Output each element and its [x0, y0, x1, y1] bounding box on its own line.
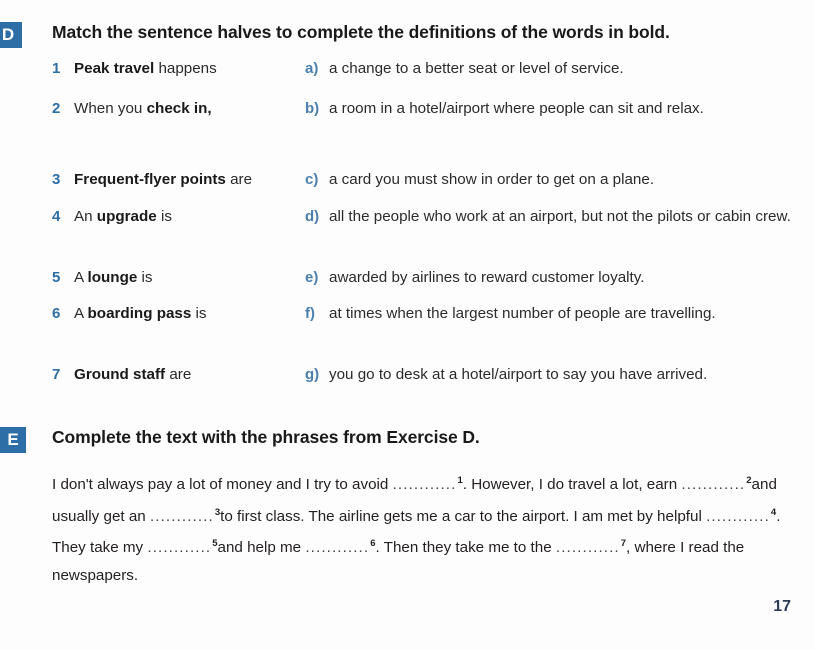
match-option-e[interactable]: e) awarded by airlines to reward customer… [305, 267, 800, 288]
gap-blank-3[interactable]: ............ [150, 508, 214, 525]
match-item-text: Frequent-flyer points are [74, 171, 253, 188]
match-option-text: a card you must show in order to get on … [329, 171, 655, 188]
gap-blank-4[interactable]: ............ [706, 508, 770, 525]
match-option-letter: d) [305, 208, 320, 225]
gap-text-segment: . Then they take me to the [375, 539, 552, 557]
match-option-text: all the people who work at an airport, b… [329, 208, 791, 225]
exercise-e-badge: E [0, 427, 26, 453]
match-item-text: A boarding pass is [74, 305, 207, 322]
match-item-5[interactable]: 5 A lounge is [52, 267, 152, 288]
match-option-letter: b) [305, 100, 320, 117]
match-option-c[interactable]: c) a card you must show in order to get o… [305, 169, 800, 190]
match-item-text: Peak travel happens [74, 60, 217, 77]
exercise-d-heading: Match the sentence halves to complete th… [52, 22, 670, 42]
match-option-text: a change to a better seat or level of se… [329, 60, 624, 77]
gap-blank-6[interactable]: ............ [305, 539, 369, 556]
match-item-number: 6 [52, 305, 61, 322]
gap-blank-2[interactable]: ............ [681, 476, 745, 493]
gap-blank-7[interactable]: ............ [556, 539, 620, 556]
match-option-f[interactable]: f) at times when the largest number of pe… [305, 303, 800, 324]
match-item-number: 1 [52, 60, 61, 77]
match-item-4[interactable]: 4 An upgrade is [52, 206, 172, 227]
match-item-number: 4 [52, 208, 61, 225]
gap-text-segment: and help me [217, 539, 302, 557]
match-item-text: Ground staff are [74, 366, 192, 383]
gap-text-segment: to first class. The airline gets me a ca… [220, 507, 702, 525]
match-option-b[interactable]: b) a room in a hotel/airport where people… [305, 98, 800, 119]
match-item-number: 7 [52, 366, 61, 383]
match-item-number: 3 [52, 171, 61, 188]
match-item-number: 2 [52, 100, 61, 117]
gap-blank-1[interactable]: ............ [393, 476, 457, 493]
match-item-text: A lounge is [74, 269, 153, 286]
match-item-text: When you check in, [74, 100, 212, 117]
gap-fill-paragraph: I don't always pay a lot of money and I … [52, 467, 792, 589]
match-item-3[interactable]: 3 Frequent-flyer points are [52, 169, 252, 190]
match-option-letter: c) [305, 171, 319, 188]
match-option-text: you go to desk at a hotel/airport to say… [329, 366, 708, 383]
match-option-text: awarded by airlines to reward customer l… [329, 269, 645, 286]
match-option-g[interactable]: g) you go to desk at a hotel/airport to s… [305, 364, 800, 385]
match-item-7[interactable]: 7 Ground staff are [52, 364, 191, 385]
workbook-page: D Match the sentence halves to complete … [0, 0, 815, 650]
match-item-text: An upgrade is [74, 208, 172, 225]
match-option-letter: e) [305, 269, 319, 286]
match-item-number: 5 [52, 269, 61, 286]
match-option-a[interactable]: a) a change to a better seat or level of … [305, 58, 800, 79]
match-item-1[interactable]: 1 Peak travel happens [52, 58, 217, 79]
match-option-letter: g) [305, 366, 320, 383]
match-item-2[interactable]: 2 When you check in, [52, 98, 212, 119]
match-item-6[interactable]: 6 A boarding pass is [52, 303, 207, 324]
match-option-text: at times when the largest number of peop… [329, 305, 716, 322]
page-number: 17 [773, 598, 791, 615]
gap-text-segment: I don't always pay a lot of money and I … [52, 476, 389, 494]
exercise-e-heading: Complete the text with the phrases from … [52, 427, 480, 447]
gap-text-segment: . However, I do travel a lot, earn [462, 476, 678, 494]
match-option-letter: a) [305, 60, 319, 77]
match-option-letter: f) [305, 305, 315, 322]
gap-blank-5[interactable]: ............ [147, 539, 211, 556]
match-option-text: a room in a hotel/airport where people c… [329, 100, 704, 117]
match-option-d[interactable]: d) all the people who work at an airport,… [305, 206, 800, 227]
exercise-d-badge: D [0, 22, 22, 48]
